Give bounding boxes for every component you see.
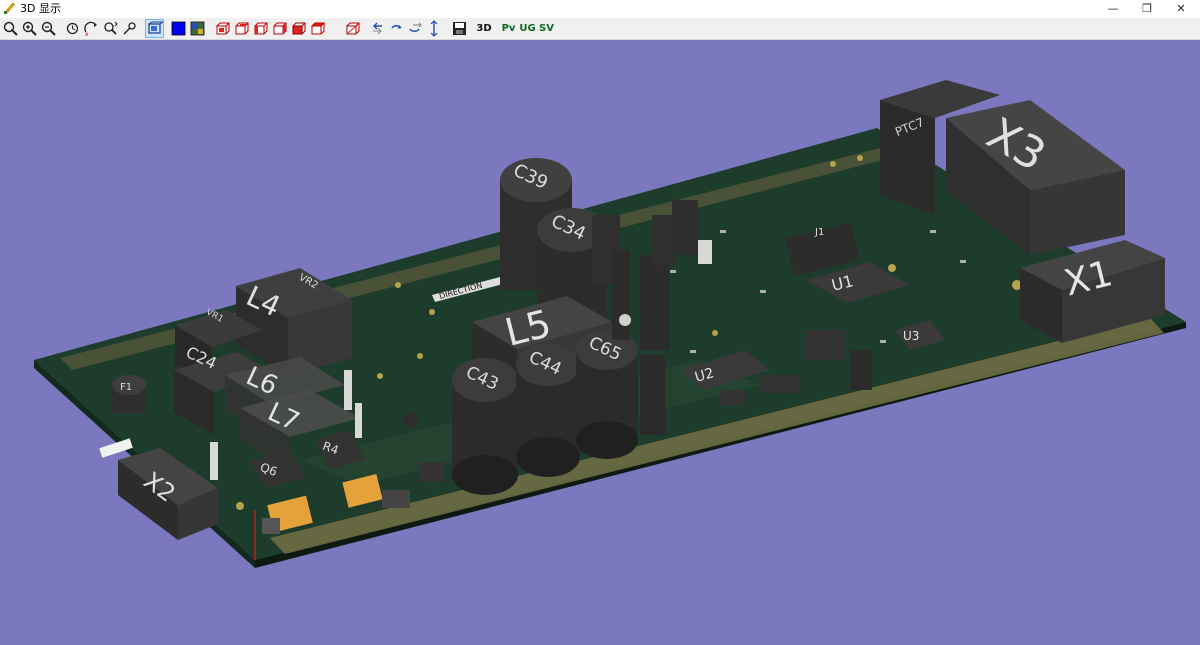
- svg-text:x: x: [85, 31, 89, 37]
- rotate-y-icon[interactable]: [102, 20, 119, 37]
- export-pv-button[interactable]: Pv: [500, 20, 517, 37]
- title-bar: 3D 显示 — ❐ ✕: [0, 0, 1200, 18]
- rotate-x-icon[interactable]: x: [83, 20, 100, 37]
- view-bottom-icon[interactable]: [309, 20, 326, 37]
- view-top-icon[interactable]: [290, 20, 307, 37]
- view-left-icon[interactable]: [252, 20, 269, 37]
- zoom-out-icon[interactable]: [40, 20, 57, 37]
- move-right-icon[interactable]: [388, 20, 405, 37]
- ortho-toggle-icon[interactable]: [145, 19, 164, 38]
- 3d-mode-button[interactable]: 3D: [474, 20, 494, 37]
- silk-u3: U3: [903, 329, 919, 343]
- rotate-z-icon[interactable]: [121, 20, 138, 37]
- close-button[interactable]: ✕: [1164, 0, 1198, 18]
- window-title: 3D 显示: [20, 2, 61, 15]
- redraw-icon[interactable]: [64, 20, 81, 37]
- toolbar: x 3D Pv UG SV: [0, 18, 1200, 40]
- capacitor-c43: C43: [452, 358, 518, 495]
- view-back-icon[interactable]: [233, 20, 250, 37]
- move-down-icon[interactable]: [426, 20, 443, 37]
- move-left-icon[interactable]: [369, 20, 386, 37]
- app-pen-icon: [4, 2, 15, 14]
- capacitor-c65: C65: [576, 330, 638, 459]
- gradient-background-icon[interactable]: [189, 20, 206, 37]
- 3d-viewport-canvas[interactable]: DIRECTION X3 PTC7 X1 X2 L4 VR2 C24 VR1 L…: [0, 40, 1200, 645]
- zoom-in-icon[interactable]: [21, 20, 38, 37]
- view-iso-icon[interactable]: [344, 20, 361, 37]
- minimize-button[interactable]: —: [1096, 0, 1130, 18]
- fuse-f1: F1: [112, 375, 146, 413]
- restore-button[interactable]: ❐: [1130, 0, 1164, 18]
- export-sv-button[interactable]: SV: [538, 20, 555, 37]
- export-ug-button[interactable]: UG: [519, 20, 536, 37]
- save-icon[interactable]: [451, 20, 468, 37]
- 3d-viewport[interactable]: DIRECTION X3 PTC7 X1 X2 L4 VR2 C24 VR1 L…: [0, 40, 1200, 645]
- silk-f1: F1: [120, 382, 132, 393]
- capacitor-c44: C44: [516, 344, 580, 477]
- silk-j1: J1: [814, 227, 824, 238]
- zoom-fit-icon[interactable]: [2, 20, 19, 37]
- move-up-icon[interactable]: [407, 20, 424, 37]
- background-color-icon[interactable]: [170, 20, 187, 37]
- view-front-icon[interactable]: [214, 20, 231, 37]
- view-right-icon[interactable]: [271, 20, 288, 37]
